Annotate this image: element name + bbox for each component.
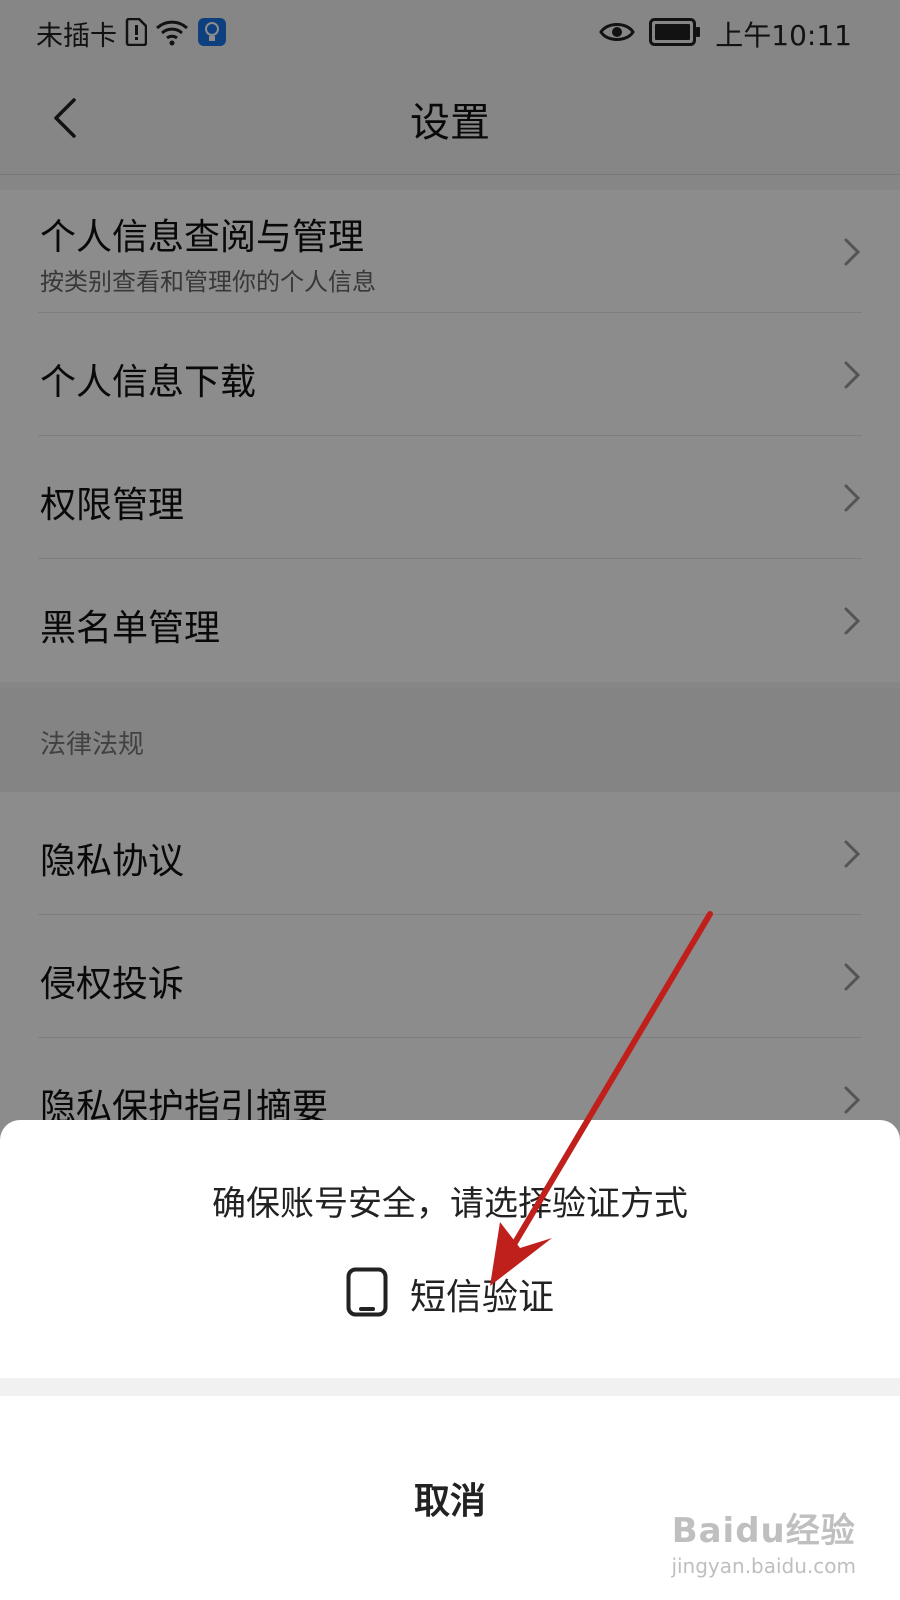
sms-verification-option[interactable]: 短信验证 (0, 1254, 900, 1334)
watermark-logo: Baidu经验 (671, 1511, 856, 1551)
sms-option-label: 短信验证 (409, 1277, 554, 1318)
watermark-url: jingyan.baidu.com (671, 1554, 856, 1578)
cancel-label: 取消 (413, 1481, 486, 1522)
baidu-watermark: Baidu经验 jingyan.baidu.com (671, 1503, 856, 1578)
sheet-message: 确保账号安全，请选择验证方式 (212, 1184, 688, 1224)
phone-icon (346, 1267, 388, 1321)
sheet-divider (0, 1378, 900, 1396)
